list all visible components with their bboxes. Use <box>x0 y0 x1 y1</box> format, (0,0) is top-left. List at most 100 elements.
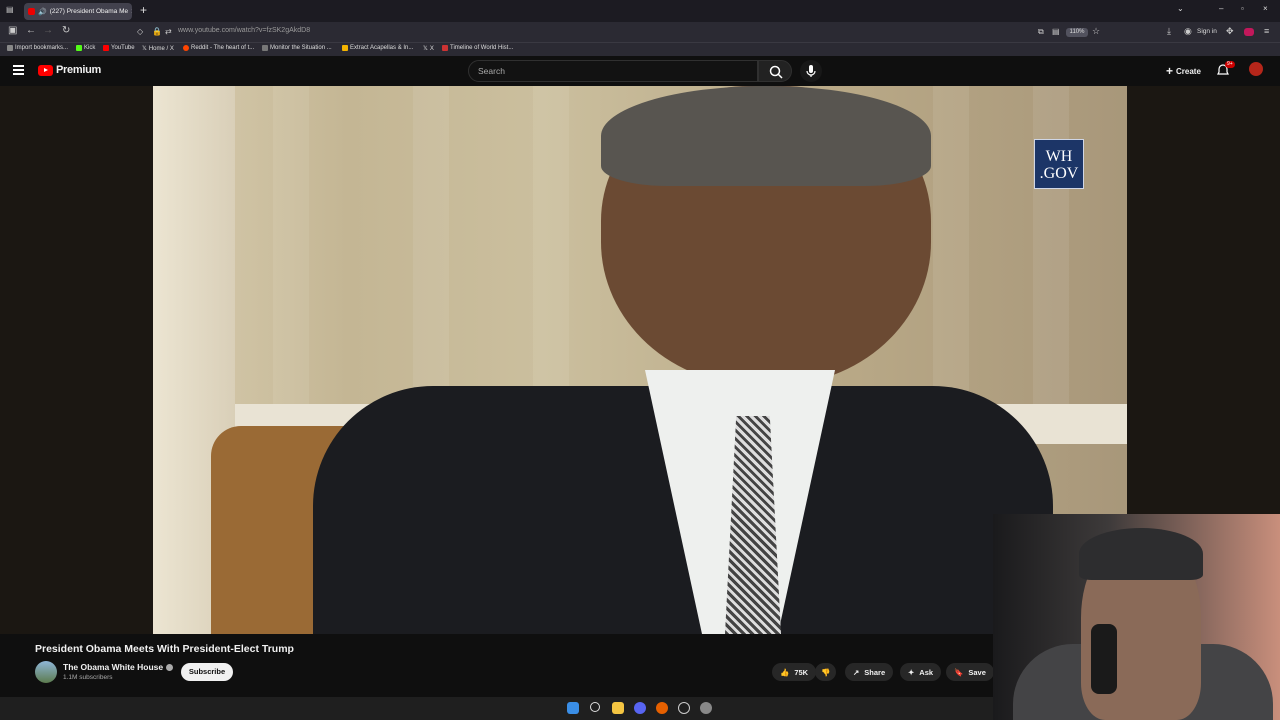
bookmark-label: Home / X <box>148 45 174 52</box>
create-button[interactable]: + Create <box>1160 62 1207 80</box>
channel-name-text: The Obama White House <box>63 662 164 672</box>
bookmark-star-icon[interactable]: ☆ <box>1092 26 1100 37</box>
bookmark-label: Extract Acapellas & In... <box>350 45 414 51</box>
subscribe-button[interactable]: Subscribe <box>181 663 233 681</box>
bookmark-label: Reddit - The heart of t... <box>191 45 255 51</box>
guide-menu-icon[interactable] <box>13 65 24 75</box>
downloads-icon[interactable]: ⤓ <box>1167 26 1171 37</box>
reload-button-icon[interactable]: ↻ <box>62 25 70 36</box>
windows-taskbar <box>0 697 993 720</box>
tab-close-icon[interactable]: × <box>131 7 132 16</box>
acapella-icon <box>342 45 348 51</box>
share-button[interactable]: ↗ Share <box>845 663 894 681</box>
forward-button-icon[interactable]: → <box>43 25 53 36</box>
minimize-button[interactable]: – <box>1219 4 1223 13</box>
lock-icon[interactable]: 🔒 <box>152 27 162 36</box>
search-icon <box>769 65 783 79</box>
webcam-overlay <box>993 514 1280 720</box>
speaker-hair <box>601 86 931 186</box>
discord-icon[interactable] <box>634 702 646 714</box>
channel-avatar[interactable] <box>35 661 57 683</box>
bookmark-label: Kick <box>84 45 96 51</box>
notification-count-badge: 9+ <box>1225 61 1235 68</box>
bookmark-import[interactable]: Import bookmarks... <box>7 45 68 51</box>
like-button[interactable]: 👍 75K <box>772 663 817 681</box>
import-icon <box>7 45 13 51</box>
share-label: Share <box>864 667 886 677</box>
subscriber-count: 1.1M subscribers <box>63 674 113 681</box>
sidebar-toggle-icon[interactable]: ▣ <box>8 25 17 36</box>
close-window-button[interactable]: × <box>1263 4 1268 13</box>
reader-view-icon[interactable]: ▤ <box>1052 27 1060 36</box>
tab-title: (227) President Obama Me <box>49 8 129 15</box>
maximize-button[interactable]: ▫ <box>1241 4 1244 13</box>
search-button[interactable] <box>758 60 792 82</box>
youtube-premium-logo[interactable]: Premium <box>38 64 101 76</box>
windows-start-icon[interactable] <box>567 702 579 714</box>
video-frame: WH .GOV <box>153 86 1127 634</box>
account-avatar[interactable] <box>1249 62 1263 76</box>
channel-name[interactable]: The Obama White House <box>63 662 174 672</box>
app-icon[interactable] <box>678 702 690 714</box>
extensions-icon[interactable]: ✥ <box>1226 26 1234 37</box>
new-tab-button[interactable]: + <box>140 3 147 17</box>
list-all-tabs-icon[interactable]: ⌄ <box>1177 4 1184 13</box>
monitor-icon <box>262 45 268 51</box>
permissions-icon[interactable]: ⇄ <box>165 27 172 36</box>
verified-icon <box>166 664 174 672</box>
voice-search-button[interactable] <box>800 60 822 82</box>
youtube-masthead: Premium Search + Create 9+ <box>0 56 1280 86</box>
app-menu-icon[interactable]: ≡ <box>1264 26 1269 36</box>
firefox-icon[interactable] <box>656 702 668 714</box>
ask-button[interactable]: ✦ Ask <box>900 663 942 681</box>
bookmark-icon: 🔖 <box>954 667 964 677</box>
tab-list-icon[interactable]: ▤ <box>6 5 14 14</box>
extension-badge-icon[interactable] <box>1244 28 1254 36</box>
bookmark-timeline[interactable]: Timeline of World Hist... <box>442 45 513 51</box>
youtube-icon <box>103 45 109 51</box>
kick-icon <box>76 45 82 51</box>
taskbar-search-icon[interactable] <box>590 702 600 712</box>
bookmark-youtube[interactable]: YouTube <box>103 45 135 51</box>
dislike-button[interactable]: 👎 <box>815 663 837 681</box>
bookmark-home-x[interactable]: 𝕏 Home / X <box>142 45 174 53</box>
address-bar[interactable]: www.youtube.com/watch?v=fzSK2gAkdD8 <box>178 27 310 34</box>
premium-label: Premium <box>56 64 101 76</box>
audio-icon[interactable]: 🔊 <box>38 8 47 16</box>
bookmark-acapellas[interactable]: Extract Acapellas & In... <box>342 45 413 51</box>
bookmark-kick[interactable]: Kick <box>76 45 95 51</box>
flag-icon <box>442 45 448 51</box>
browser-tab-active[interactable]: 🔊 (227) President Obama Me × <box>24 3 132 20</box>
save-button[interactable]: 🔖 Save <box>946 663 994 681</box>
plus-icon: + <box>1166 64 1174 78</box>
bookmark-reddit[interactable]: Reddit - The heart of t... <box>183 45 254 51</box>
zoom-level[interactable]: 110% <box>1066 28 1088 37</box>
picture-in-picture-icon[interactable]: ⧉ <box>1038 27 1044 37</box>
thumbs-down-icon: 👎 <box>821 667 831 677</box>
shield-icon[interactable]: ◇ <box>137 27 143 36</box>
bookmark-label: YouTube <box>111 45 135 51</box>
settings-icon[interactable] <box>700 702 712 714</box>
create-label: Create <box>1176 66 1201 76</box>
file-explorer-icon[interactable] <box>612 702 624 714</box>
like-count: 75K <box>794 667 809 677</box>
wallpaper-stripe <box>1033 86 1069 416</box>
search-input[interactable]: Search <box>468 60 758 82</box>
watermark-line2: .GOV <box>1039 165 1079 182</box>
browser-nav-bar: ▣ ← → ↻ ◇ 🔒 ⇄ www.youtube.com/watch?v=fz… <box>0 22 1280 42</box>
watermark-line1: WH <box>1045 148 1073 165</box>
account-icon[interactable]: ◉ <box>1184 26 1192 37</box>
save-label: Save <box>968 667 986 677</box>
bookmark-x[interactable]: 𝕏X <box>423 45 434 53</box>
bookmarks-bar: Import bookmarks... Kick YouTube 𝕏 Home /… <box>0 42 1280 56</box>
share-arrow-icon: ↗ <box>853 667 860 677</box>
bookmark-monitor[interactable]: Monitor the Situation ... <box>262 45 332 51</box>
wallpaper-stripe <box>413 86 449 416</box>
wallpaper-stripe <box>273 86 309 416</box>
youtube-play-icon <box>38 64 53 76</box>
back-button-icon[interactable]: ← <box>26 25 36 36</box>
bookmark-label: X <box>429 45 434 52</box>
sign-in-link[interactable]: Sign in <box>1197 28 1217 35</box>
x-logo-icon: 𝕏 <box>142 46 147 52</box>
youtube-favicon-icon <box>28 8 35 15</box>
